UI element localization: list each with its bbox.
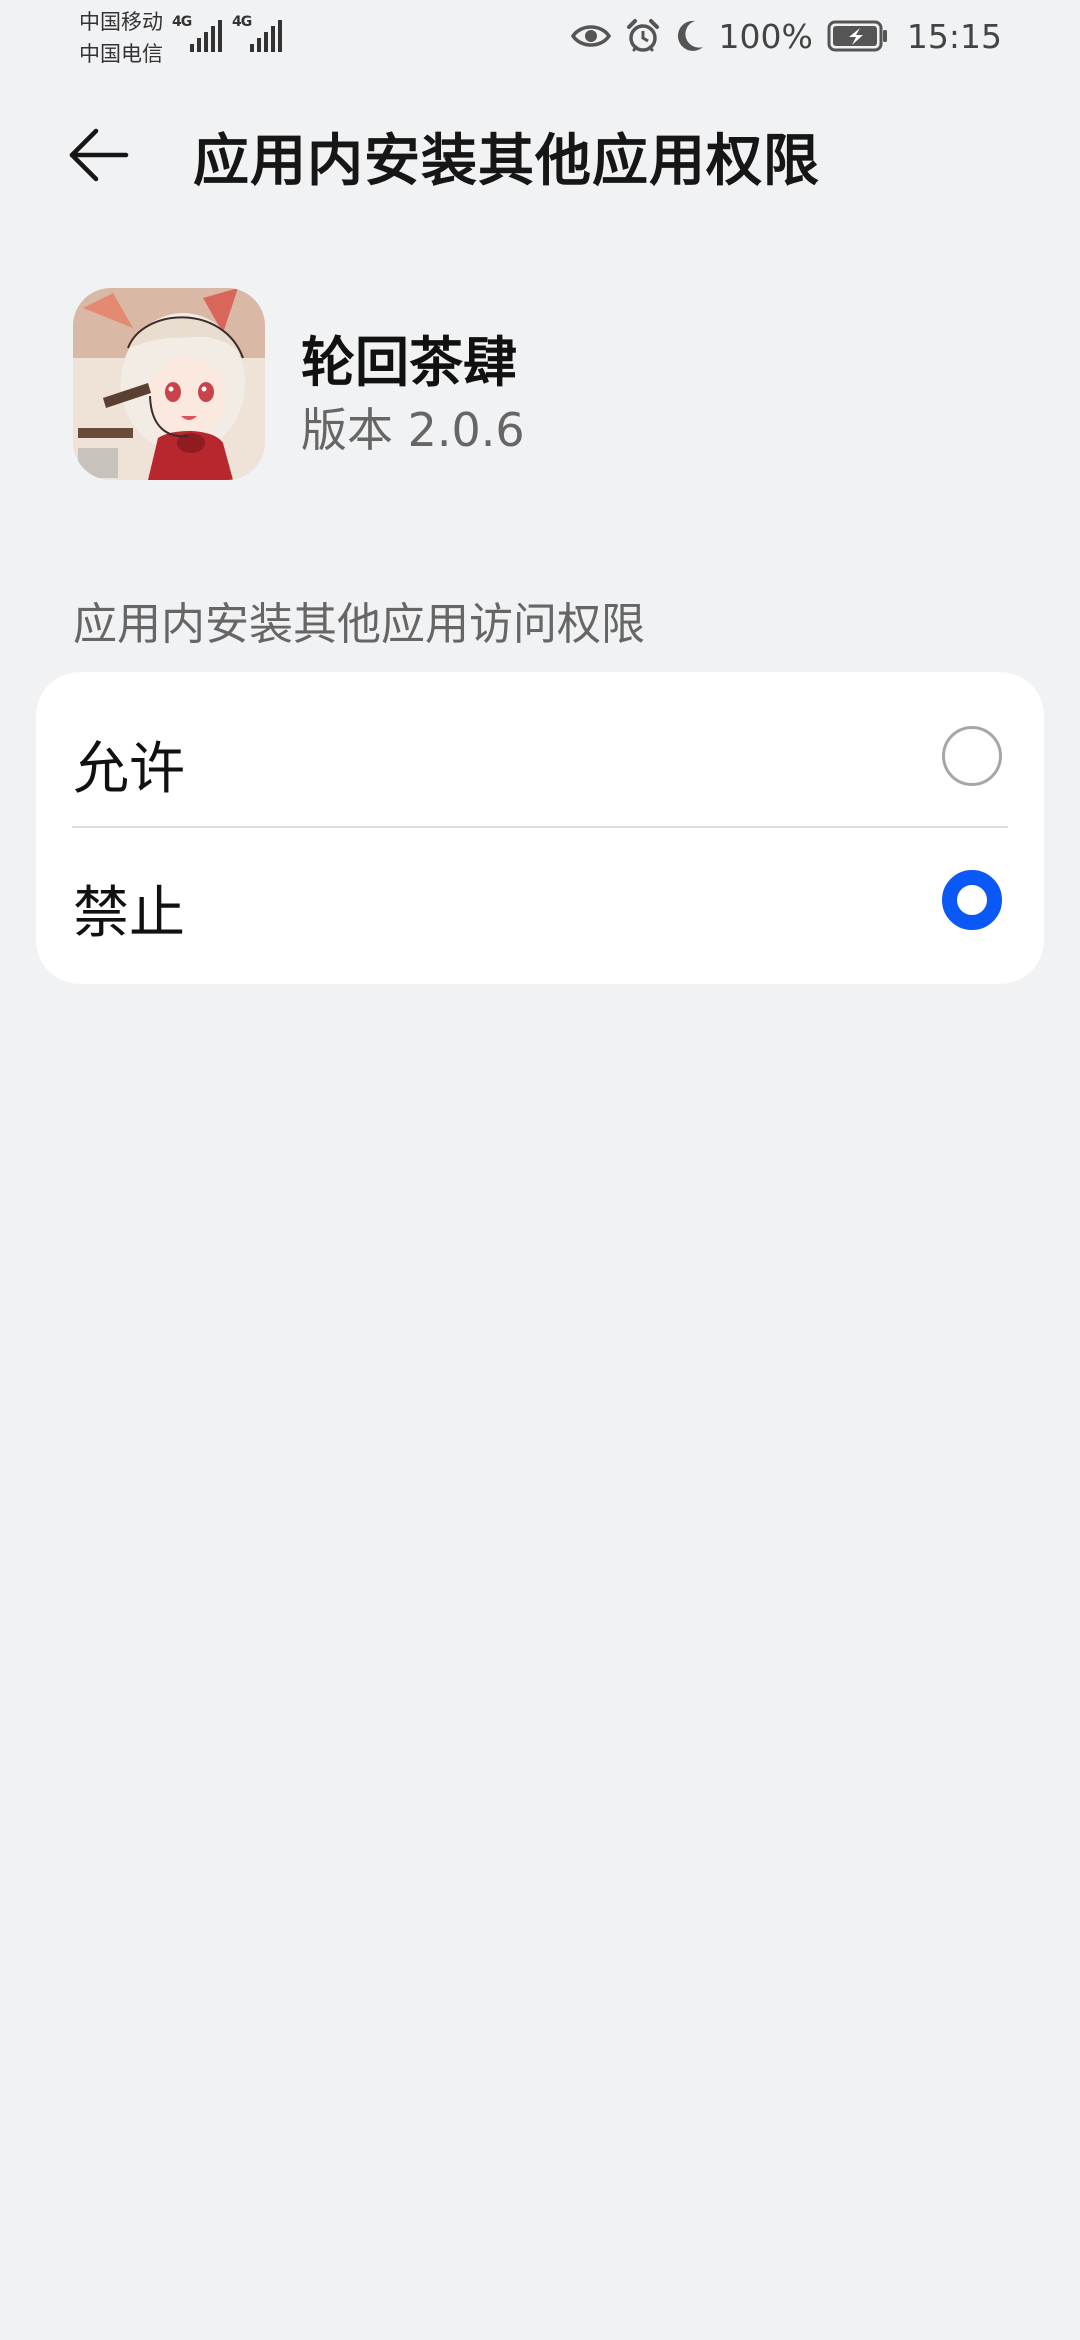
carrier-1: 中国移动 [79, 10, 163, 34]
do-not-disturb-moon-icon [675, 19, 705, 53]
signal-strength-icon: 4G [172, 14, 222, 52]
signal-strength-icon: 4G [232, 14, 282, 52]
option-label: 禁止 [73, 881, 185, 946]
clock: 15:15 [906, 16, 1002, 56]
status-icons: 100% 15:15 [570, 14, 1002, 58]
app-version: 版本 2.0.6 [301, 403, 525, 457]
permission-options-card: 允许 禁止 [36, 672, 1044, 984]
alarm-icon [625, 18, 661, 54]
option-allow[interactable]: 允许 [36, 684, 1044, 828]
network-type-label: 4G [172, 14, 192, 30]
app-bar: 应用内安装其他应用权限 [0, 100, 1080, 212]
app-name: 轮回茶肆 [301, 331, 517, 394]
back-button[interactable] [66, 122, 146, 192]
status-bar: 中国移动 中国电信 4G 4G 100% 15:15 [0, 0, 1080, 72]
carrier-info: 中国移动 中国电信 [79, 6, 163, 70]
radio-deny[interactable] [942, 870, 1002, 930]
app-icon [73, 288, 265, 480]
battery-charging-icon [827, 20, 889, 52]
option-deny[interactable]: 禁止 [36, 828, 1044, 972]
option-label: 允许 [73, 737, 185, 802]
section-title: 应用内安装其他应用访问权限 [73, 599, 645, 650]
carrier-2: 中国电信 [79, 42, 163, 66]
app-info: 轮回茶肆 版本 2.0.6 [73, 288, 973, 480]
page-title: 应用内安装其他应用权限 [193, 129, 820, 194]
arrow-left-icon [66, 125, 130, 189]
network-type-label: 4G [232, 14, 252, 30]
eye-comfort-icon [570, 21, 611, 51]
battery-percent: 100% [718, 16, 813, 56]
radio-allow[interactable] [942, 726, 1002, 786]
